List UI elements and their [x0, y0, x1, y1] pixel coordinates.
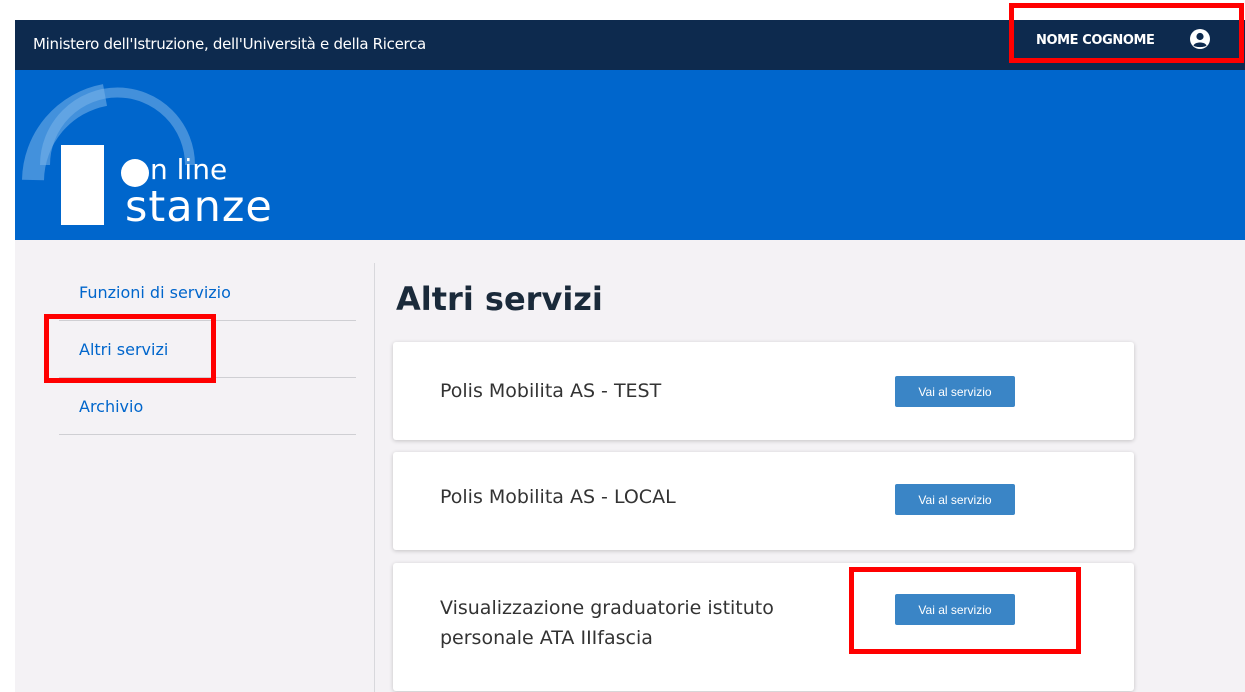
vai-al-servizio-button[interactable]: Vai al servizio — [895, 376, 1015, 407]
ministry-name: Ministero dell'Istruzione, dell'Universi… — [33, 35, 426, 53]
hero-banner: n line stanze — [15, 70, 1245, 240]
top-bar: Ministero dell'Istruzione, dell'Universi… — [15, 3, 1245, 70]
sidebar-item-archivio[interactable]: Archivio — [59, 378, 356, 435]
button-highlight-box — [849, 567, 1081, 654]
vai-al-servizio-button[interactable]: Vai al servizio — [895, 484, 1015, 515]
page-title: Altri servizi — [396, 280, 603, 318]
vertical-divider — [374, 263, 375, 692]
sidebar-item-funzioni[interactable]: Funzioni di servizio — [59, 265, 356, 321]
main-content: Funzioni di servizio Altri servizi Archi… — [15, 240, 1245, 692]
service-card: Polis Mobilita AS - LOCAL Vai al servizi… — [393, 452, 1134, 550]
user-highlight-box — [1009, 3, 1244, 63]
service-title: Visualizzazione graduatorie istituto per… — [440, 597, 774, 649]
service-card: Polis Mobilita AS - TEST Vai al servizio — [393, 342, 1134, 440]
altri-servizi-highlight-box — [44, 314, 216, 383]
service-title: Polis Mobilita AS - TEST — [440, 380, 662, 402]
service-title: Polis Mobilita AS - LOCAL — [440, 486, 676, 508]
logo-line-2: stanze — [125, 182, 273, 232]
